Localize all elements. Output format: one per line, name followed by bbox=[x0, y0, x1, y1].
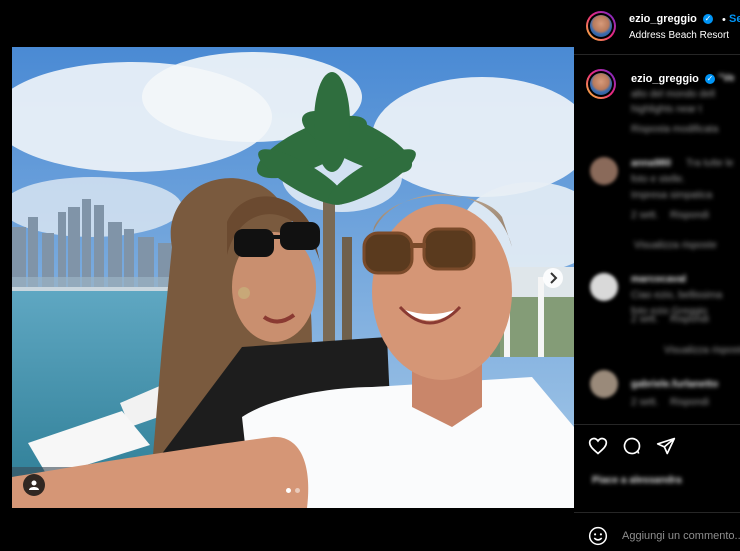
reply-button[interactable]: Rispondi bbox=[670, 314, 709, 325]
carousel-dot-1 bbox=[286, 488, 291, 493]
comment-icon bbox=[623, 437, 641, 455]
add-comment-input[interactable]: Aggiungi un commento... bbox=[622, 530, 740, 542]
selfie-image bbox=[12, 47, 574, 508]
comment-username[interactable]: gabriele.furlanetto bbox=[631, 379, 718, 390]
comment-divider bbox=[574, 512, 740, 513]
view-replies[interactable]: Visualizza risposte bbox=[634, 240, 717, 251]
verified-badge-icon: ✓ bbox=[703, 14, 713, 24]
next-photo-button[interactable] bbox=[543, 268, 563, 288]
caption-avatar[interactable] bbox=[586, 69, 616, 99]
heart-icon bbox=[588, 437, 608, 455]
avatar[interactable] bbox=[586, 11, 616, 41]
caption-verified-icon: ✓ bbox=[705, 74, 715, 84]
comment-avatar[interactable] bbox=[590, 273, 618, 301]
share-button[interactable] bbox=[656, 436, 676, 456]
carousel-dot-2 bbox=[295, 488, 300, 493]
comment-text: foto e stelle. bbox=[631, 174, 685, 185]
likes-text[interactable]: Piace a alessandra bbox=[592, 475, 682, 486]
caption-username[interactable]: ezio_greggio bbox=[631, 73, 699, 85]
like-button[interactable] bbox=[588, 436, 608, 456]
caption-text-3: highlights near t bbox=[631, 104, 702, 115]
user-tag-icon bbox=[29, 480, 39, 490]
comment-text: Ciao ezio, bellissima bbox=[631, 290, 723, 301]
view-replies[interactable]: Visualizza risposte bbox=[664, 345, 740, 356]
emoji-icon bbox=[588, 526, 608, 546]
comment-text: Impresa simpatica bbox=[631, 190, 713, 201]
action-bar bbox=[588, 436, 676, 456]
reply-button[interactable]: Rispondi bbox=[670, 397, 709, 408]
comment-button[interactable] bbox=[622, 436, 642, 456]
comment-time: 2 sett. bbox=[631, 397, 659, 408]
paper-plane-icon bbox=[656, 437, 676, 455]
comment-username[interactable]: marcocaval bbox=[631, 274, 686, 285]
caption-text-1: "Ve bbox=[718, 73, 735, 84]
user-tag-button[interactable] bbox=[23, 474, 45, 496]
post-photo[interactable] bbox=[12, 47, 574, 508]
reply-button[interactable]: Rispondi bbox=[670, 210, 709, 221]
header-divider bbox=[574, 54, 740, 55]
actions-divider bbox=[574, 424, 740, 425]
comment-avatar[interactable] bbox=[590, 370, 618, 398]
carousel-indicator bbox=[286, 488, 300, 493]
follow-button[interactable]: Se bbox=[729, 13, 740, 25]
add-comment-bar: Aggiungi un commento... bbox=[574, 522, 740, 550]
caption-text-2: alto del mondo dell bbox=[631, 89, 715, 100]
chevron-right-icon bbox=[550, 272, 558, 284]
post-side-panel: ezio_greggio ✓ • Se Address Beach Resort… bbox=[574, 0, 740, 550]
comment-avatar[interactable] bbox=[590, 157, 618, 185]
post-header: ezio_greggio ✓ • Se Address Beach Resort bbox=[574, 0, 740, 54]
post-location[interactable]: Address Beach Resort bbox=[629, 30, 729, 41]
comment-time: 2 sett. bbox=[631, 314, 659, 325]
caption-meta: Risposta modificata bbox=[631, 124, 719, 135]
comment-username[interactable]: anna980 bbox=[631, 158, 671, 169]
follow-separator: • bbox=[722, 14, 726, 26]
comment-text: Tra tutte le bbox=[686, 158, 734, 169]
comment-time: 2 sett. bbox=[631, 210, 659, 221]
emoji-button[interactable] bbox=[588, 526, 608, 546]
post-username[interactable]: ezio_greggio bbox=[629, 13, 697, 25]
